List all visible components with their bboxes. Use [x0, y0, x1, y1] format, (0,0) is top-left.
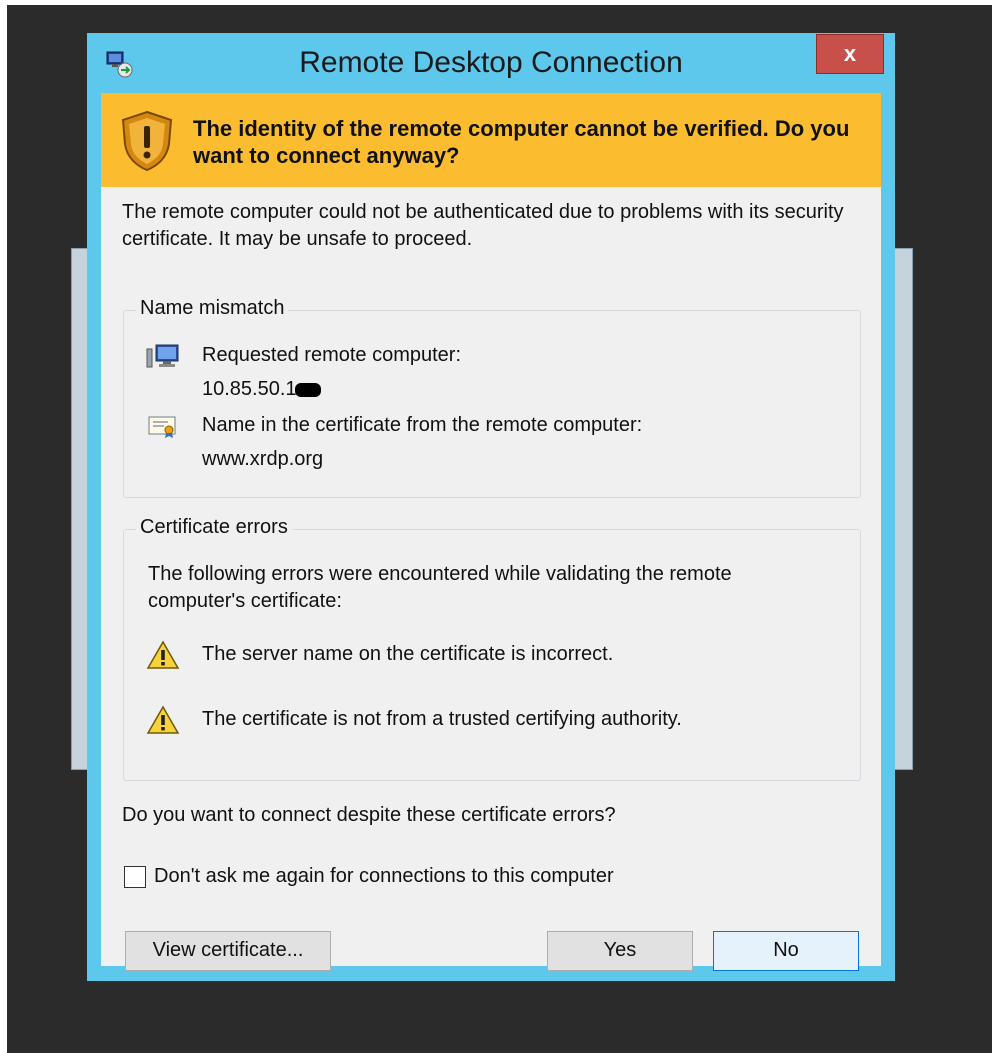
name-mismatch-group: Name mismatch Requested remote computer:…	[123, 297, 861, 498]
intro-text: The remote computer could not be authent…	[122, 201, 844, 250]
connect-question: Do you want to connect despite these cer…	[122, 804, 616, 826]
name-mismatch-title: Name mismatch	[136, 297, 289, 320]
rdp-dialog-window: Remote Desktop Connection x The identity…	[87, 33, 895, 981]
warning-shield-icon	[121, 110, 173, 172]
close-button[interactable]: x	[816, 34, 884, 74]
error-item: The certificate is not from a trusted ce…	[202, 708, 682, 730]
dont-ask-label[interactable]: Don't ask me again for connections to th…	[154, 865, 614, 888]
redaction-mark	[294, 382, 321, 397]
window-title: Remote Desktop Connection	[299, 46, 683, 79]
computer-icon	[146, 344, 179, 368]
cert-name-value: www.xrdp.org	[202, 448, 324, 470]
banner-message: The identity of the remote computer cann…	[193, 116, 850, 168]
certificate-icon	[148, 416, 176, 438]
certificate-errors-title: Certificate errors	[136, 516, 292, 539]
requested-computer-label: Requested remote computer:	[202, 344, 462, 366]
certificate-errors-group: Certificate errors The following errors …	[123, 516, 861, 781]
requested-computer-value: 10.85.50.1	[202, 378, 297, 400]
view-certificate-button[interactable]: View certificate...	[125, 931, 331, 971]
dialog-content: The identity of the remote computer cann…	[101, 93, 881, 971]
cert-name-label: Name in the certificate from the remote …	[202, 414, 643, 436]
no-button[interactable]: No	[713, 931, 859, 971]
warning-triangle-icon	[146, 705, 180, 734]
errors-description: The following errors were encountered wh…	[148, 563, 732, 612]
dont-ask-checkbox[interactable]	[124, 866, 146, 888]
error-item: The server name on the certificate is in…	[202, 643, 614, 665]
title-bar[interactable]: Remote Desktop Connection x	[87, 33, 895, 93]
requested-computer-value-row: 10.85.50.1	[202, 378, 321, 401]
warning-triangle-icon	[146, 640, 180, 669]
warning-banner: The identity of the remote computer cann…	[101, 93, 881, 187]
yes-button[interactable]: Yes	[547, 931, 693, 971]
